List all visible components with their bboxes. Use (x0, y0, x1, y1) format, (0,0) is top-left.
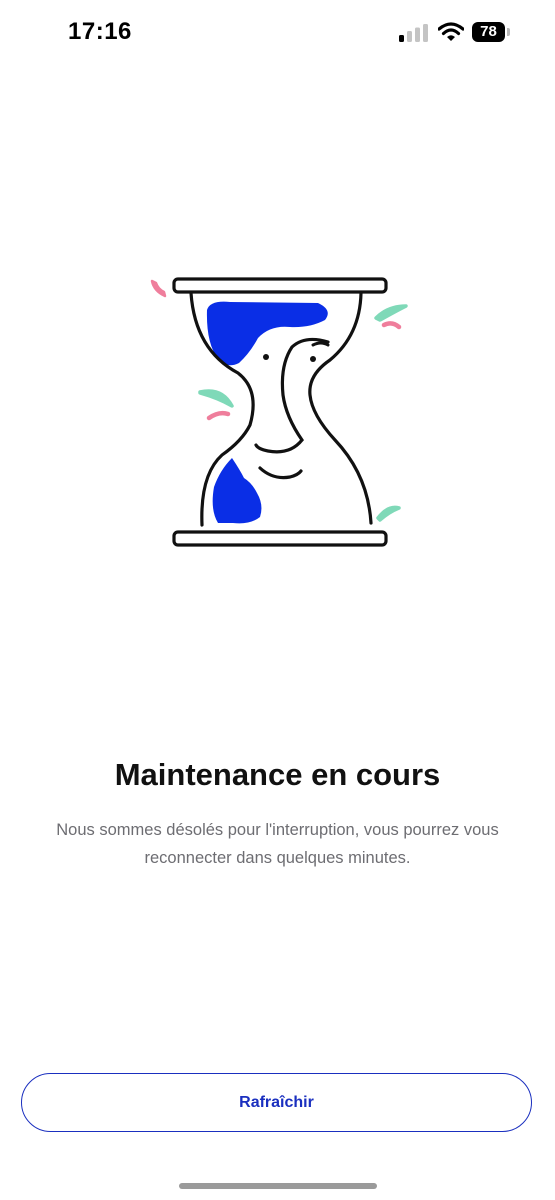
wifi-icon (438, 22, 464, 41)
accent-mint (374, 304, 408, 322)
maintenance-message: Nous sommes désolés pour l'interruption,… (56, 821, 499, 867)
battery-cap (507, 28, 510, 36)
battery-icon: 78 (472, 22, 512, 44)
accent-pink (150, 279, 167, 298)
battery-level: 78 (472, 22, 505, 42)
page-title: Maintenance en cours (114, 757, 441, 792)
status-bar: 17:16 78 (0, 0, 555, 66)
hourglass-top-plate (172, 277, 388, 294)
face-eye (263, 354, 269, 360)
signal-icon (399, 24, 428, 42)
hourglass-bottom-plate (172, 530, 388, 547)
hourglass-illustration (150, 277, 408, 547)
status-time: 17:16 (68, 18, 132, 45)
face-smile (258, 466, 303, 480)
bottom-sand (212, 458, 262, 524)
home-indicator[interactable] (179, 1183, 377, 1189)
refresh-button[interactable]: Rafraîchir (21, 1073, 532, 1132)
